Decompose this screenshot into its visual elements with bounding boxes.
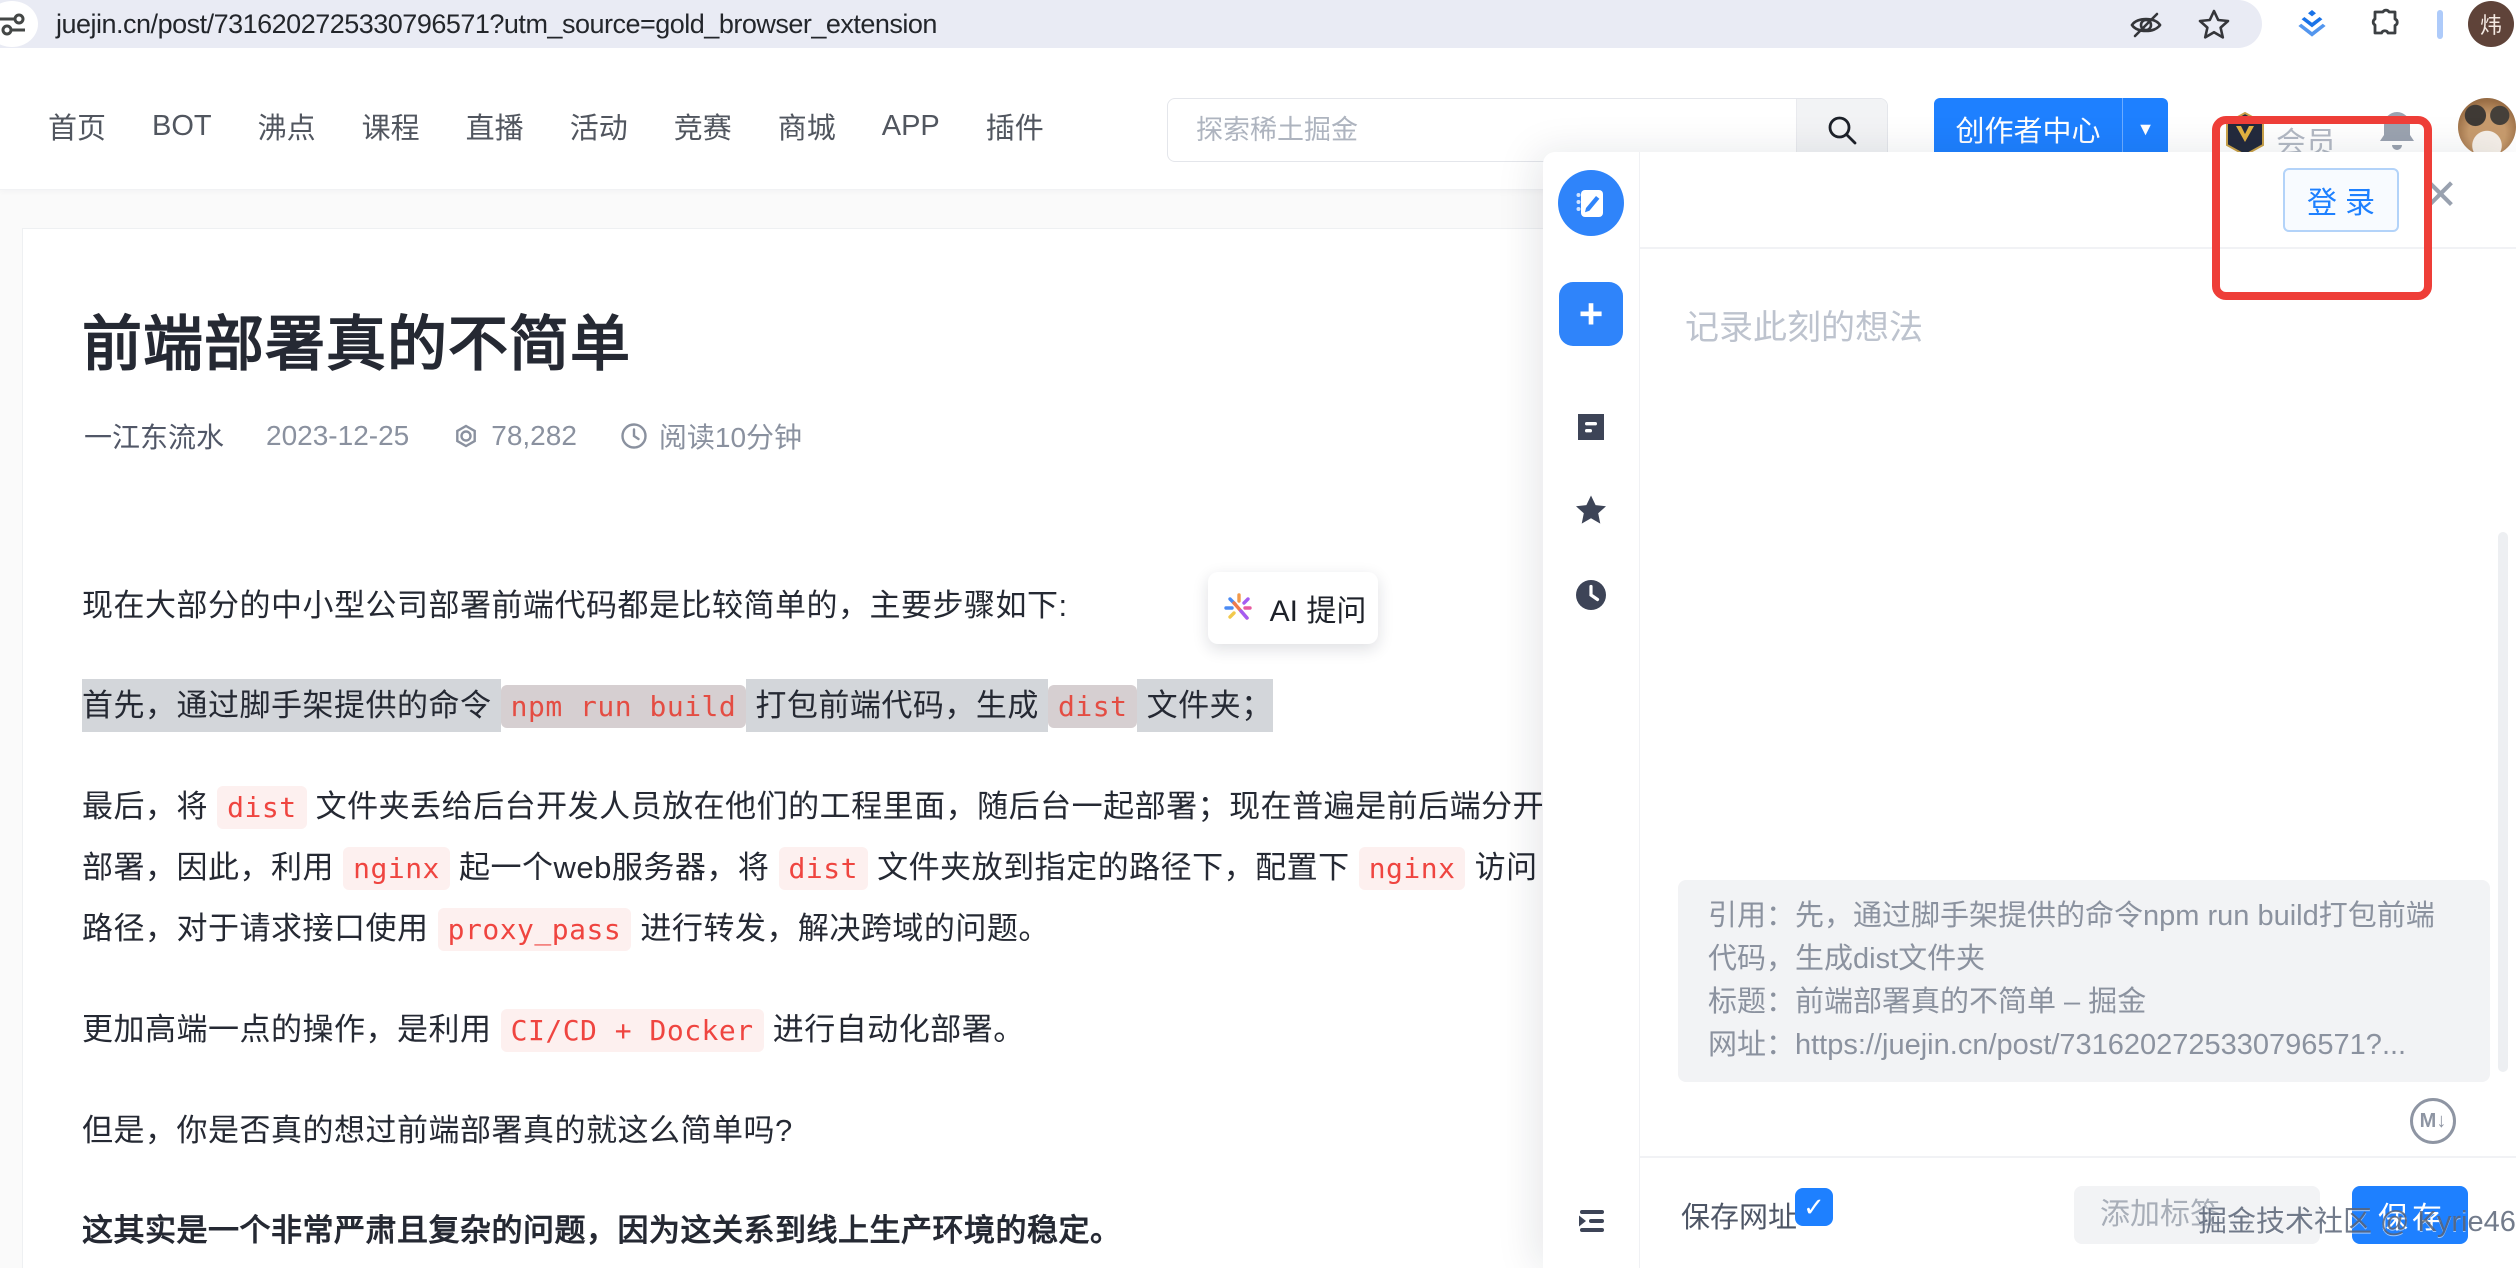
nav-item-首页[interactable]: 首页 — [48, 105, 106, 147]
address-bar[interactable]: juejin.cn/post/7316202725330796571?utm_s… — [0, 0, 2262, 48]
nav-item-插件[interactable]: 插件 — [986, 105, 1044, 147]
nav-item-商城[interactable]: 商城 — [778, 105, 836, 147]
article-title: 前端部署真的不简单 — [82, 296, 631, 383]
inline-code: proxy_pass — [438, 908, 632, 951]
reading-mode-eye-off-icon[interactable] — [2128, 7, 2164, 43]
paragraph-text: 最后，将 — [82, 789, 217, 824]
history-clock-icon[interactable] — [1572, 576, 1610, 614]
paragraph-text: 文件夹； — [1137, 679, 1272, 732]
panel-logo-icon[interactable] — [1558, 170, 1624, 236]
paragraph-text: 现在大部分的中小型公司部署前端代码都是比较简单的，主要步骤如下: — [82, 588, 1068, 623]
paragraph-text: 更加高端一点的操作，是利用 — [82, 1012, 501, 1047]
inline-code: dist — [217, 786, 306, 829]
read-time: 阅读10分钟 — [659, 416, 802, 456]
paragraph-text: 打包前端代码，生成 — [746, 679, 1048, 732]
inline-code: CI/CD + Docker — [501, 1009, 764, 1052]
paragraph-text: 这其实是一个非常严肃且复杂的问题，因为这关系到线上生产环境的稳定。 — [82, 1213, 1122, 1248]
notes-icon[interactable] — [1572, 408, 1610, 446]
read-time-item: 阅读10分钟 — [619, 416, 802, 456]
url-text[interactable]: juejin.cn/post/7316202725330796571?utm_s… — [56, 9, 937, 40]
paragraph-text: 进行自动化部署。 — [764, 1012, 1025, 1047]
views-item: 78,282 — [451, 420, 577, 452]
search-icon — [1825, 113, 1859, 147]
inline-code: npm run build — [501, 685, 747, 728]
extensions-puzzle-icon[interactable] — [2368, 7, 2404, 43]
favorites-star-icon[interactable] — [1572, 492, 1610, 530]
juejin-extension-icon[interactable] — [2294, 7, 2330, 43]
nav-item-沸点[interactable]: 沸点 — [258, 105, 316, 147]
ai-sparkle-icon — [1220, 589, 1258, 627]
nav-item-竞赛[interactable]: 竞赛 — [674, 105, 732, 147]
inline-code: nginx — [1359, 847, 1466, 890]
paragraph-text: 但是，你是否真的想过前端部署真的就这么简单吗? — [82, 1113, 793, 1148]
pinned-extension-divider — [2437, 10, 2443, 39]
new-note-button[interactable]: + — [1559, 282, 1623, 346]
outline-toggle-icon[interactable] — [1572, 1202, 1610, 1240]
user-avatar[interactable] — [2458, 98, 2516, 156]
main-menu: 首页 BOT 沸点 课程 直播 活动 竞赛 商城 APP 插件 — [48, 98, 1044, 154]
tune-icon — [0, 9, 27, 39]
article-paragraph: 首先，通过脚手架提供的命令 npm run build 打包前端代码，生成 di… — [82, 676, 1552, 737]
quote-line: 标题：前端部署真的不简单 – 掘金 — [1708, 981, 2460, 1024]
inline-code: dist — [1048, 685, 1137, 728]
article-paragraph: 更加高端一点的操作，是利用 CI/CD + Docker 进行自动化部署。 — [82, 1000, 1552, 1061]
ai-ask-button[interactable]: AI 提问 — [1208, 572, 1378, 644]
ai-ask-label: AI 提问 — [1270, 586, 1367, 630]
panel-rail: + — [1543, 152, 1640, 1268]
article-date: 2023-12-25 — [266, 420, 409, 452]
read-time-clock-icon — [619, 421, 649, 451]
paragraph-text: 首先，通过脚手架提供的命令 — [82, 679, 501, 732]
markdown-badge-icon[interactable]: M↓ — [2410, 1098, 2456, 1144]
inline-code: nginx — [343, 847, 450, 890]
article-paragraph: 这其实是一个非常严肃且复杂的问题，因为这关系到线上生产环境的稳定。 — [82, 1201, 1552, 1261]
paragraph-text: 起一个web服务器，将 — [450, 850, 779, 885]
save-url-checkbox[interactable]: ✓ — [1795, 1188, 1833, 1226]
article-author[interactable]: 一江东流水 — [84, 416, 224, 456]
nav-item-APP[interactable]: APP — [882, 110, 940, 143]
panel-footer-divider — [1640, 1156, 2516, 1158]
browser-profile-avatar[interactable]: 炜 — [2468, 1, 2514, 47]
article-paragraph: 但是，你是否真的想过前端部署真的就这么简单吗? — [82, 1101, 1552, 1161]
views-eye-icon — [451, 421, 481, 451]
paragraph-text: 进行转发，解决跨域的问题。 — [631, 911, 1050, 946]
red-annotation-box — [2212, 116, 2432, 300]
nav-item-BOT[interactable]: BOT — [152, 110, 212, 143]
watermark: 掘金技术社区 @ Kyrie465 — [2198, 1198, 2516, 1240]
panel-scrollbar[interactable] — [2498, 532, 2508, 1072]
article-meta: 一江东流水 2023-12-25 78,282 阅读10分钟 — [84, 416, 802, 456]
extension-panel: + 登录 ✕ 记录此刻的想法 引用：先，通过脚手架提供的命令npm run bu… — [1543, 152, 2516, 1268]
views-count: 78,282 — [491, 420, 577, 452]
site-info-button[interactable] — [0, 1, 38, 47]
article-paragraph: 最后，将 dist 文件夹丢给后台开发人员放在他们的工程里面，随后台一起部署；现… — [82, 777, 1552, 960]
nav-item-直播[interactable]: 直播 — [466, 105, 524, 147]
note-editor[interactable]: 记录此刻的想法 — [1685, 300, 1923, 349]
save-url-label: 保存网址 — [1681, 1194, 1797, 1236]
inline-code: dist — [779, 847, 868, 890]
quote-line: 网址：https://juejin.cn/post/73162027253307… — [1708, 1024, 2460, 1067]
bookmark-star-icon[interactable] — [2196, 7, 2232, 43]
creator-center-button[interactable]: 创作者中心 ▼ — [1934, 98, 2168, 160]
paragraph-text: 文件夹放到指定的路径下，配置下 — [868, 850, 1359, 885]
quote-line: 引用：先，通过脚手架提供的命令npm run build打包前端代码，生成dis… — [1708, 895, 2460, 981]
creator-dropdown-arrow[interactable]: ▼ — [2122, 98, 2168, 160]
browser-toolbar: juejin.cn/post/7316202725330796571?utm_s… — [0, 0, 2516, 48]
nav-item-课程[interactable]: 课程 — [362, 105, 420, 147]
quote-block: 引用：先，通过脚手架提供的命令npm run build打包前端代码，生成dis… — [1678, 880, 2490, 1082]
nav-item-活动[interactable]: 活动 — [570, 105, 628, 147]
